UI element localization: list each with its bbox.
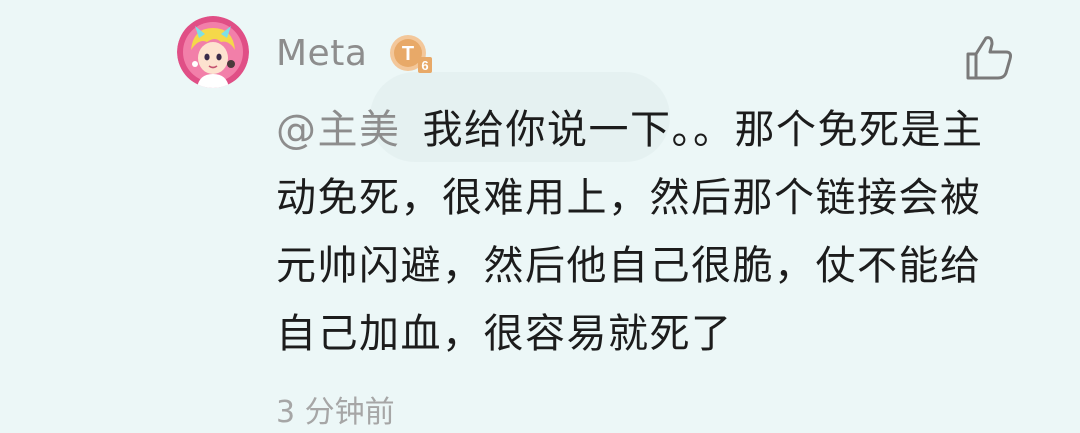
thumbs-up-icon	[966, 36, 1012, 80]
level-badge-number: 6	[421, 58, 428, 73]
avatar[interactable]	[177, 16, 249, 88]
level-badge-letter: T	[402, 43, 414, 65]
level-badge-icon: T 6	[388, 33, 434, 75]
comment-item: Meta T 6 @主美 我给你说一下。。那个免死是主动免死，很难用上，然后那个链…	[0, 0, 1080, 430]
username[interactable]: Meta	[276, 30, 367, 78]
mention-link[interactable]: @主美	[276, 107, 401, 153]
timestamp: 3 分钟前	[276, 395, 395, 430]
like-button[interactable]	[962, 32, 1016, 82]
comment-body: @主美 我给你说一下。。那个免死是主动免死，很难用上，然后那个链接会被元帅闪避，然…	[276, 96, 1016, 368]
avatar-image	[177, 16, 249, 88]
